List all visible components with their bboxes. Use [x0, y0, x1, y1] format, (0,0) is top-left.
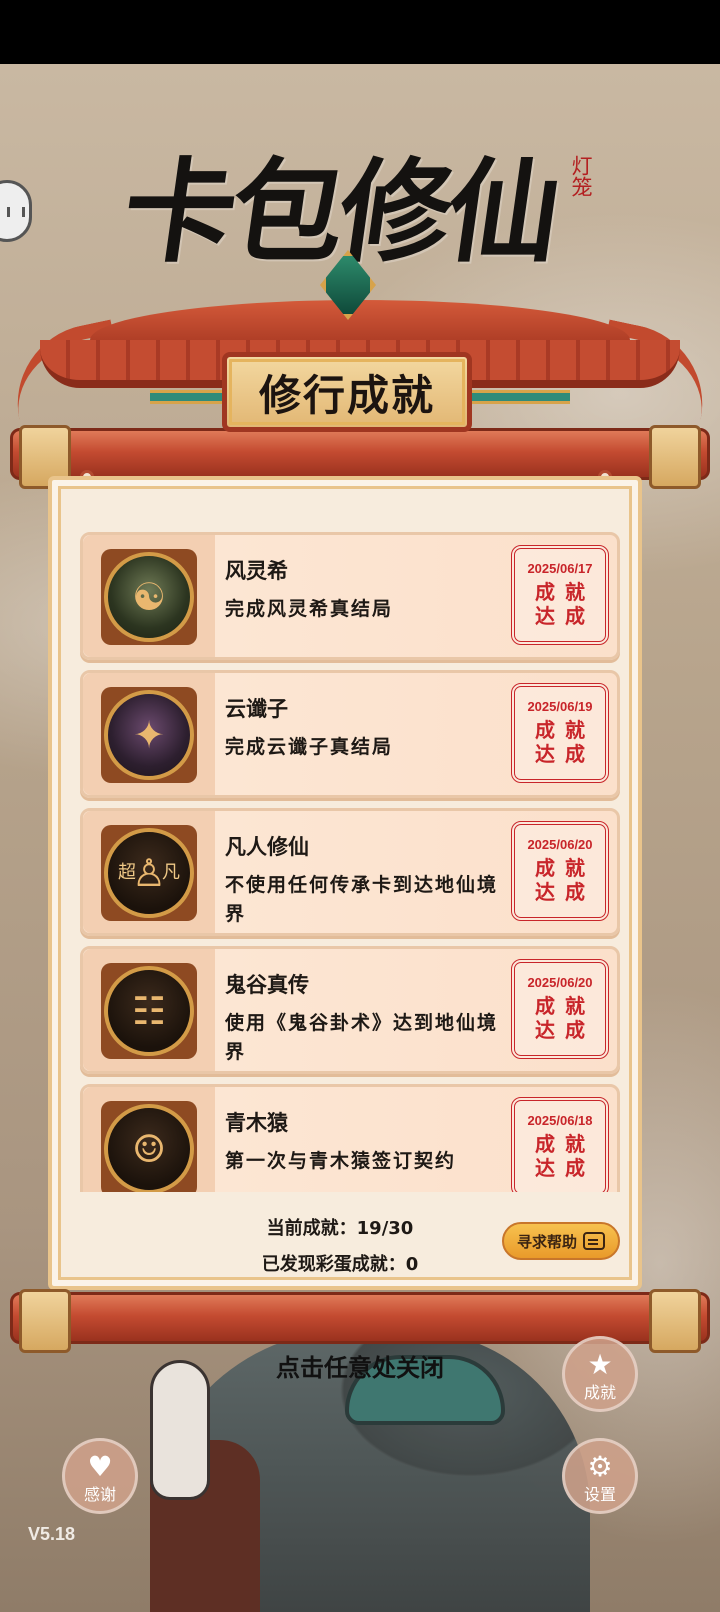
stamp-char: 达	[535, 1156, 555, 1180]
achievement-card[interactable]: ☯ 风灵希 完成风灵希真结局 2025/06/17 成 就 达 成	[80, 532, 620, 660]
stamp-char: 就	[565, 856, 585, 880]
stamp-char: 就	[565, 994, 585, 1018]
stamp-char: 成	[535, 718, 555, 742]
logo-seal: 灯笼	[569, 155, 593, 197]
achievement-title: 鬼谷真传	[225, 973, 309, 997]
achieved-date: 2025/06/17	[527, 561, 593, 576]
achievement-icon-frame: ☯	[101, 549, 197, 645]
achievements-button-label: 成就	[583, 1383, 616, 1402]
thanks-button-label: 感谢	[83, 1485, 116, 1504]
icon-text: 凡	[162, 862, 180, 883]
stamp-char: 达	[535, 1018, 555, 1042]
achieved-date: 2025/06/18	[527, 1113, 593, 1128]
achievement-card[interactable]: 超 凡 ♙ 凡人修仙 不使用任何传承卡到达地仙境界 2025/06/20 成 就…	[80, 808, 620, 936]
achievement-description: 第一次与青木猿签订契约	[225, 1150, 457, 1172]
achievements-plaque-title: 修行成就	[222, 352, 472, 432]
stamp-char: 达	[535, 742, 555, 766]
achievement-description: 不使用任何传承卡到达地仙境界	[225, 874, 499, 925]
achievement-description: 完成云谶子真结局	[225, 736, 394, 758]
achieved-date: 2025/06/20	[527, 837, 593, 852]
achievement-title: 青木猿	[225, 1111, 288, 1135]
stamp-char: 成	[565, 880, 585, 904]
achievement-description: 完成风灵希真结局	[225, 598, 394, 620]
status-bar	[0, 0, 720, 64]
stamp-char: 就	[565, 1132, 585, 1156]
achievement-card[interactable]: ☷ 鬼谷真传 使用《鬼谷卦术》达到地仙境界 2025/06/20 成 就 达 成	[80, 946, 620, 1074]
seek-help-button[interactable]: 寻求帮助	[502, 1222, 620, 1260]
easter-egg-count: 已发现彩蛋成就：0	[261, 1254, 419, 1275]
achieved-stamp: 2025/06/18 成 就 达 成	[511, 1097, 609, 1192]
achievements-button[interactable]: ★ 成就	[562, 1336, 638, 1412]
version-label: V5.18	[28, 1524, 76, 1544]
achievement-icon-frame: ☺	[101, 1101, 197, 1192]
seek-help-label: 寻求帮助	[516, 1232, 577, 1251]
mortal-cultivation-icon: 超 凡 ♙	[104, 828, 194, 918]
achieved-date: 2025/06/19	[527, 699, 593, 714]
chat-bubble-icon	[583, 1232, 605, 1250]
achieved-stamp: 2025/06/20 成 就 达 成	[511, 821, 609, 921]
settings-button-label: 设置	[583, 1485, 616, 1504]
stamp-char: 成	[565, 604, 585, 628]
achievement-icon-frame: 超 凡 ♙	[101, 825, 197, 921]
achievement-card[interactable]: ☺ 青木猿 第一次与青木猿签订契约 2025/06/18 成 就 达 成	[80, 1084, 620, 1192]
achievement-icon-frame: ✦	[101, 687, 197, 783]
divination-turtle-icon: ☷	[104, 966, 194, 1056]
star-icon: ★	[587, 1348, 613, 1381]
current-achievement-count: 当前成就：19/30	[266, 1218, 414, 1239]
achievement-list[interactable]: ☯ 风灵希 完成风灵希真结局 2025/06/17 成 就 达 成 ✦ 云谶子 …	[80, 532, 620, 1192]
portrait-yunchenzi-icon: ✦	[104, 690, 194, 780]
stamp-char: 就	[565, 718, 585, 742]
stamp-char: 成	[565, 1156, 585, 1180]
achievement-icon-frame: ☷	[101, 963, 197, 1059]
stamp-char: 成	[535, 856, 555, 880]
gear-icon: ⚙	[587, 1450, 613, 1483]
stamp-char: 成	[565, 1018, 585, 1042]
settings-button[interactable]: ⚙ 设置	[562, 1438, 638, 1514]
thanks-button[interactable]: ♥ 感谢	[62, 1438, 138, 1514]
achievement-description: 使用《鬼谷卦术》达到地仙境界	[225, 1012, 499, 1063]
stamp-char: 成	[565, 742, 585, 766]
achieved-stamp: 2025/06/17 成 就 达 成	[511, 545, 609, 645]
achievement-title: 风灵希	[225, 559, 288, 583]
stamp-char: 就	[565, 580, 585, 604]
icon-text: 超	[118, 862, 136, 883]
stamp-char: 达	[535, 880, 555, 904]
achieved-stamp: 2025/06/20 成 就 达 成	[511, 959, 609, 1059]
achieved-date: 2025/06/20	[527, 975, 593, 990]
stamp-char: 成	[535, 580, 555, 604]
stamp-char: 成	[535, 1132, 555, 1156]
heart-person-icon: ♥	[87, 1450, 113, 1483]
stamp-char: 达	[535, 604, 555, 628]
stamp-char: 成	[535, 994, 555, 1018]
achievement-title: 凡人修仙	[225, 835, 309, 859]
green-ape-icon: ☺	[104, 1104, 194, 1192]
achievement-title: 云谶子	[225, 697, 288, 721]
achieved-stamp: 2025/06/19 成 就 达 成	[511, 683, 609, 783]
portrait-fenglingxi-icon: ☯	[104, 552, 194, 642]
achievement-card[interactable]: ✦ 云谶子 完成云谶子真结局 2025/06/19 成 就 达 成	[80, 670, 620, 798]
